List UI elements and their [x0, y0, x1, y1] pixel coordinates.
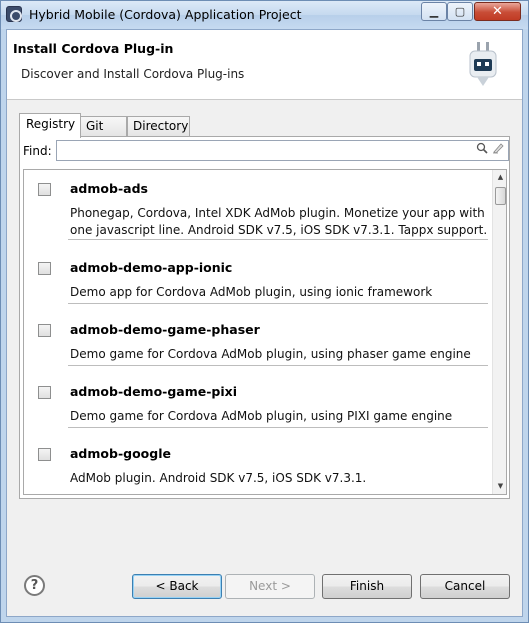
find-label: Find: — [23, 144, 52, 158]
clear-icon[interactable] — [492, 142, 504, 154]
cordova-plugin-icon — [469, 42, 497, 86]
plugin-checkbox[interactable] — [38, 262, 51, 275]
plugin-description: Demo game for Cordova AdMob plugin, usin… — [70, 409, 453, 423]
close-button[interactable]: ✕ — [474, 2, 521, 21]
separator — [68, 239, 488, 240]
minimize-button[interactable]: ▁ — [421, 2, 447, 21]
help-icon[interactable]: ? — [24, 575, 45, 596]
vertical-scrollbar[interactable]: ▲ ▼ — [492, 170, 506, 494]
plugin-checkbox[interactable] — [38, 448, 51, 461]
back-button[interactable]: < Back — [132, 574, 222, 599]
plugin-description: Demo game for Cordova AdMob plugin, usin… — [70, 347, 471, 361]
tab-git[interactable]: Git — [80, 116, 127, 137]
cordova-app-icon — [6, 6, 22, 22]
registry-panel: Find: admob-ads Phonegap, Cordova, Intel… — [19, 136, 510, 499]
find-input[interactable] — [56, 140, 509, 161]
scroll-down-arrow-icon[interactable]: ▼ — [493, 479, 506, 494]
separator — [68, 427, 488, 428]
page-title: Install Cordova Plug-in — [13, 41, 174, 56]
separator — [68, 365, 488, 366]
dialog-window: Hybrid Mobile (Cordova) Application Proj… — [0, 0, 529, 623]
plugin-name: admob-ads — [70, 181, 148, 196]
search-icon[interactable] — [476, 142, 488, 154]
plugin-checkbox[interactable] — [38, 386, 51, 399]
scroll-thumb[interactable] — [495, 187, 506, 205]
window-title: Hybrid Mobile (Cordova) Application Proj… — [29, 7, 302, 22]
plugin-name: admob-demo-game-pixi — [70, 384, 238, 399]
maximize-button[interactable]: ▢ — [447, 2, 473, 21]
next-button[interactable]: Next > — [225, 574, 315, 599]
scroll-up-arrow-icon[interactable]: ▲ — [493, 170, 506, 185]
plugin-name: admob-demo-app-ionic — [70, 260, 233, 275]
plugin-name: admob-google — [70, 446, 171, 461]
finish-button[interactable]: Finish — [322, 574, 412, 599]
page-description: Discover and Install Cordova Plug-ins — [21, 67, 245, 81]
tab-registry[interactable]: Registry — [19, 113, 81, 138]
plugin-checkbox[interactable] — [38, 324, 51, 337]
title-bar[interactable]: Hybrid Mobile (Cordova) Application Proj… — [1, 1, 528, 29]
plugin-list[interactable]: admob-ads Phonegap, Cordova, Intel XDK A… — [23, 169, 507, 495]
plugin-name: admob-demo-game-phaser — [70, 322, 260, 337]
cancel-button[interactable]: Cancel — [420, 574, 510, 599]
wizard-header: Install Cordova Plug-in Discover and Ins… — [7, 30, 522, 100]
dialog-client: Install Cordova Plug-in Discover and Ins… — [6, 29, 523, 617]
plugin-description: Demo app for Cordova AdMob plugin, using… — [70, 285, 433, 299]
separator — [68, 303, 488, 304]
plugin-checkbox[interactable] — [38, 183, 51, 196]
tab-directory[interactable]: Directory — [127, 116, 190, 137]
plugin-description: Phonegap, Cordova, Intel XDK AdMob plugi… — [70, 206, 488, 237]
plugin-description: AdMob plugin. Android SDK v7.5, iOS SDK … — [70, 471, 367, 485]
